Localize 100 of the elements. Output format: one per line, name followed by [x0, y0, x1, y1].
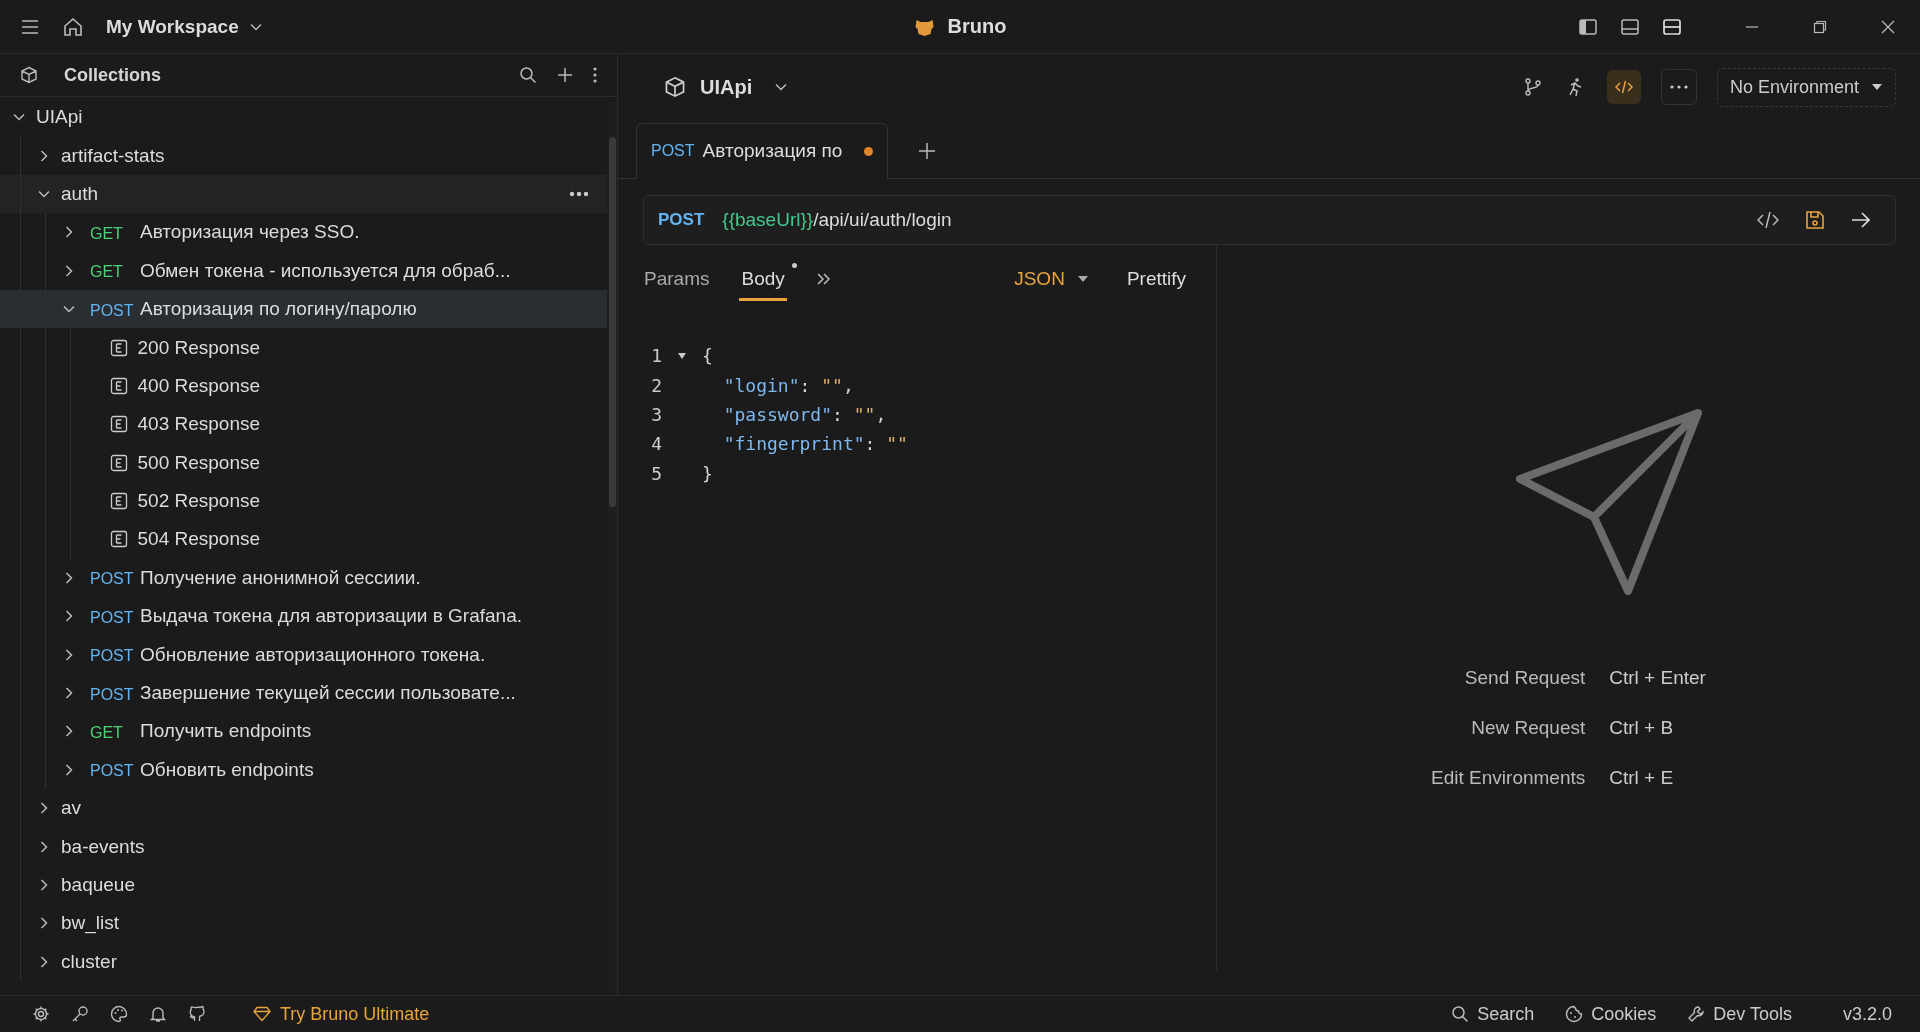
- request-name[interactable]: Обновление авторизационного токена.: [140, 643, 486, 666]
- home-icon[interactable]: [62, 15, 84, 38]
- bottom-panel-icon[interactable]: [1620, 16, 1640, 37]
- folder-name[interactable]: auth: [61, 182, 98, 205]
- request-name[interactable]: Обновить endpoints: [140, 758, 314, 781]
- code-icon[interactable]: [1757, 210, 1779, 230]
- shortcut-label: Edit Environments: [1431, 767, 1586, 789]
- example-name[interactable]: 400 Response: [137, 374, 261, 397]
- app-title: Bruno: [947, 15, 1007, 38]
- collection-title: UIApi: [700, 75, 753, 99]
- example-name[interactable]: 403 Response: [137, 413, 261, 436]
- folder-name[interactable]: bw_list: [61, 912, 120, 935]
- palette-icon[interactable]: [110, 1005, 128, 1023]
- code-line: "login": "",: [722, 374, 854, 396]
- url-bar[interactable]: POST {{baseUrl}}/api/ui/auth/login: [643, 195, 1896, 245]
- kebab-menu-icon[interactable]: [593, 67, 597, 83]
- more-button[interactable]: [1660, 69, 1697, 105]
- body-tab[interactable]: Body: [739, 257, 787, 301]
- code-editor[interactable]: 1 { 2 "login": "", 3 "password": "", 4 "fingerprint": "" 5 }: [642, 313, 1186, 488]
- request-name[interactable]: Получить endpoints: [140, 720, 312, 743]
- body-tab[interactable]: Params: [642, 257, 712, 301]
- more-icon[interactable]: [569, 190, 589, 197]
- more-icon: [1669, 85, 1688, 89]
- caret-icon: [1076, 275, 1089, 283]
- shortcut-keys: Ctrl + E: [1609, 767, 1706, 789]
- cube-icon: [664, 76, 686, 98]
- collection-name[interactable]: UIApi: [36, 106, 83, 129]
- plus-icon[interactable]: [918, 142, 937, 160]
- cube-icon: [20, 66, 38, 84]
- footer-link[interactable]: Cookies: [1565, 1003, 1657, 1025]
- search-icon: [1451, 1005, 1470, 1023]
- request-name[interactable]: Авторизация по логину/паролю: [140, 298, 417, 321]
- plus-icon[interactable]: [557, 67, 573, 83]
- code-line: }: [702, 462, 713, 484]
- method-label: POST: [90, 607, 132, 627]
- folder-name[interactable]: ba-events: [61, 835, 145, 858]
- method-label: GET: [90, 223, 124, 243]
- left-panel-icon[interactable]: [1578, 16, 1598, 37]
- folder-name[interactable]: av: [61, 797, 82, 820]
- close-icon[interactable]: [1880, 18, 1896, 35]
- bell-icon[interactable]: [149, 1005, 167, 1023]
- github-icon[interactable]: [188, 1005, 206, 1023]
- promo-link[interactable]: Try Bruno Ultimate: [253, 1003, 430, 1025]
- line-number: 3: [650, 403, 662, 425]
- example-icon: [109, 530, 128, 549]
- paper-plane-icon: [1515, 409, 1702, 595]
- save-icon[interactable]: [1805, 210, 1825, 230]
- code-line: "password": "",: [722, 403, 887, 425]
- example-name[interactable]: 502 Response: [137, 490, 261, 513]
- workspace-dropdown[interactable]: My Workspace: [106, 15, 263, 38]
- url-text[interactable]: {{baseUrl}}/api/ui/auth/login: [722, 209, 952, 231]
- line-number: 2: [650, 374, 662, 396]
- prettify-button[interactable]: Prettify: [1126, 268, 1186, 290]
- request-name[interactable]: Выдача токена для авторизации в Grafana.: [140, 605, 522, 628]
- shortcut-label: Send Request: [1463, 667, 1586, 689]
- branch-icon[interactable]: [1522, 77, 1543, 97]
- arrow-right-icon[interactable]: [1851, 211, 1871, 229]
- key-icon[interactable]: [71, 1005, 89, 1023]
- environment-dropdown[interactable]: No Environment: [1716, 67, 1896, 107]
- request-name[interactable]: Получение анонимной сессиии.: [140, 566, 421, 589]
- folder-name[interactable]: cluster: [61, 950, 117, 973]
- method-label: GET: [90, 262, 124, 282]
- request-name[interactable]: Авторизация через SSO.: [140, 221, 360, 244]
- method-label: GET: [90, 722, 124, 742]
- example-name[interactable]: 200 Response: [137, 336, 261, 359]
- method-label: POST: [90, 646, 132, 666]
- version-label: v3.2.0: [1842, 1003, 1892, 1025]
- method-label: POST: [90, 300, 132, 320]
- request-tab[interactable]: POST Авторизация по: [636, 123, 889, 179]
- folder-name[interactable]: artifact-stats: [61, 144, 165, 167]
- folder-name[interactable]: baqueue: [61, 874, 135, 896]
- code-line: "fingerprint": "": [722, 433, 908, 455]
- code-line: {: [702, 345, 713, 367]
- wrench-icon: [1687, 1005, 1706, 1023]
- menu-icon[interactable]: [20, 18, 40, 35]
- example-name[interactable]: 500 Response: [137, 451, 261, 474]
- fold-icon[interactable]: [678, 352, 686, 359]
- line-number: 1: [650, 345, 662, 367]
- settings-icon[interactable]: [32, 1005, 50, 1023]
- method-label: POST: [90, 569, 132, 589]
- example-icon: [109, 415, 128, 434]
- restore-icon[interactable]: [1812, 18, 1828, 35]
- code-view-button[interactable]: [1606, 70, 1641, 104]
- example-icon: [109, 492, 128, 511]
- example-icon: [109, 376, 128, 395]
- request-name[interactable]: Обмен токена - используется для обраб...: [140, 259, 511, 282]
- body-mode-dropdown[interactable]: JSON: [1014, 268, 1089, 290]
- shortcut-keys: Ctrl + B: [1609, 717, 1706, 739]
- split-layout-icon[interactable]: [1662, 16, 1682, 37]
- example-name[interactable]: 504 Response: [137, 528, 261, 551]
- request-name[interactable]: Завершение текущей сессии пользовате...: [140, 682, 516, 705]
- sidebar-title: Collections: [64, 64, 161, 86]
- line-number: 4: [650, 433, 662, 455]
- diamond-icon: [253, 1006, 271, 1022]
- footer-link[interactable]: Search: [1451, 1003, 1535, 1025]
- method-label: POST: [90, 684, 132, 704]
- double-chevron-icon[interactable]: [814, 271, 833, 287]
- example-icon: [109, 453, 128, 472]
- footer-link[interactable]: Dev Tools: [1687, 1003, 1792, 1025]
- search-icon[interactable]: [519, 66, 537, 84]
